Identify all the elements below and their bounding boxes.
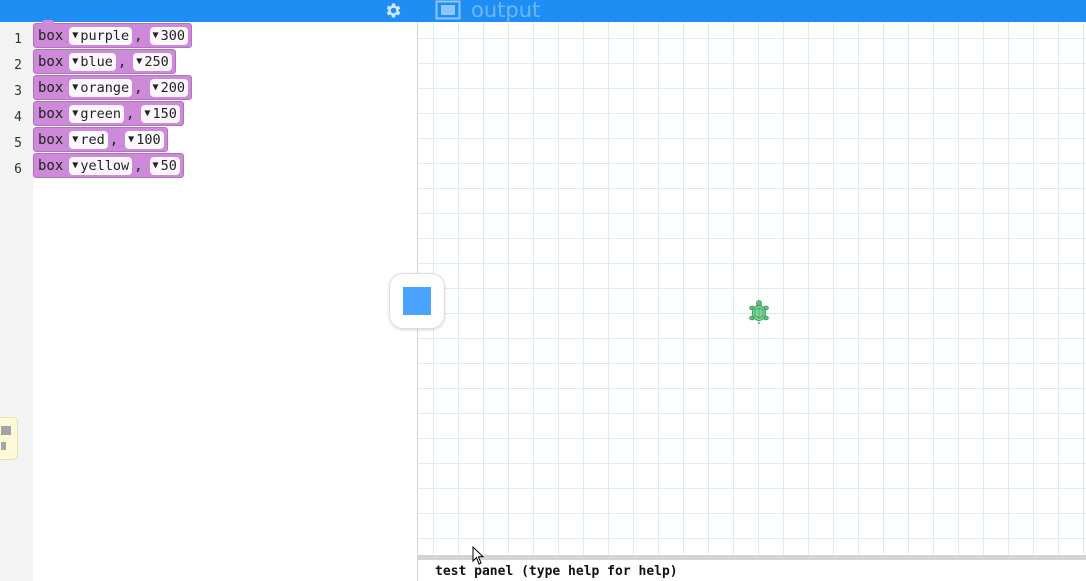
size-value: 300 — [160, 27, 185, 44]
color-dropdown[interactable]: ▼ yellow — [69, 156, 133, 175]
turtle-icon — [749, 300, 769, 324]
color-dropdown[interactable]: ▼ red — [69, 130, 108, 149]
palette-tab-icon — [1, 426, 11, 435]
size-dropdown[interactable]: ▼ 250 — [133, 52, 172, 71]
dropdown-arrow-icon: ▼ — [128, 134, 135, 145]
arg-separator: , — [134, 79, 143, 96]
blocks-text-toggle-icon — [403, 287, 431, 315]
block-keyword: box — [38, 131, 64, 148]
code-block-box[interactable]: box ▼ green , ▼ 150 — [33, 101, 184, 126]
code-block-box[interactable]: box ▼ orange , ▼ 200 — [33, 75, 192, 100]
color-dropdown[interactable]: ▼ green — [69, 104, 124, 123]
palette-tab-icon-part — [1, 442, 6, 450]
block-keyword: box — [38, 79, 64, 96]
block-keyword: box — [38, 105, 64, 122]
block-notch — [42, 20, 54, 25]
test-panel[interactable]: test panel (type help for help) — [418, 555, 1086, 581]
line-number-gutter: 1 2 3 4 5 6 — [0, 22, 33, 581]
dropdown-arrow-icon: ▼ — [72, 134, 79, 145]
dropdown-arrow-icon: ▼ — [72, 30, 79, 41]
dropdown-arrow-icon: ▼ — [152, 30, 159, 41]
size-dropdown[interactable]: ▼ 200 — [149, 78, 188, 97]
color-value: yellow — [80, 157, 130, 174]
size-value: 250 — [144, 53, 169, 70]
dropdown-arrow-icon: ▼ — [152, 160, 159, 171]
line-number: 3 — [14, 84, 22, 99]
gear-icon[interactable] — [384, 1, 403, 20]
top-bar: output — [0, 0, 1086, 22]
color-value: green — [80, 105, 121, 122]
size-value: 50 — [160, 157, 177, 174]
color-value: red — [80, 131, 105, 148]
size-value: 100 — [136, 131, 161, 148]
color-value: blue — [80, 53, 113, 70]
code-block-box[interactable]: box ▼ yellow , ▼ 50 — [33, 153, 184, 178]
block-keyword: box — [38, 27, 64, 44]
code-block-box[interactable]: box ▼ red , ▼ 100 — [33, 127, 168, 152]
dropdown-arrow-icon: ▼ — [72, 82, 79, 93]
arg-separator: , — [117, 53, 127, 70]
size-value: 150 — [152, 105, 177, 122]
size-dropdown[interactable]: ▼ 100 — [125, 130, 164, 149]
output-panel-icon[interactable] — [435, 0, 461, 20]
output-title: output — [471, 0, 541, 22]
size-dropdown[interactable]: ▼ 300 — [149, 26, 188, 45]
size-dropdown[interactable]: ▼ 150 — [141, 104, 180, 123]
dropdown-arrow-icon: ▼ — [72, 160, 79, 171]
line-number: 4 — [14, 110, 22, 125]
dropdown-arrow-icon: ▼ — [152, 82, 159, 93]
dropdown-arrow-icon: ▼ — [72, 108, 79, 119]
size-dropdown[interactable]: ▼ 50 — [149, 156, 180, 175]
app-window: output 1 2 3 4 5 6 box ▼ purple , ▼ 300 bo… — [0, 0, 1086, 581]
code-block-box[interactable]: box ▼ purple , ▼ 300 — [33, 20, 192, 48]
block-keyword: box — [38, 53, 64, 70]
arg-separator: , — [125, 105, 135, 122]
mouse-cursor-icon — [472, 546, 485, 565]
line-number: 6 — [14, 162, 22, 177]
dropdown-arrow-icon: ▼ — [136, 56, 143, 67]
arg-separator: , — [134, 27, 143, 44]
color-dropdown[interactable]: ▼ orange — [69, 78, 133, 97]
output-canvas[interactable] — [418, 22, 1086, 555]
code-block-box[interactable]: box ▼ blue , ▼ 250 — [33, 49, 176, 74]
dropdown-arrow-icon: ▼ — [72, 56, 79, 67]
arg-separator: , — [109, 131, 119, 148]
code-editor[interactable]: 1 2 3 4 5 6 box ▼ purple , ▼ 300 box ▼ blue… — [0, 20, 418, 581]
color-value: orange — [80, 79, 130, 96]
color-dropdown[interactable]: ▼ purple — [69, 26, 133, 45]
block-keyword: box — [38, 157, 64, 174]
line-number: 5 — [14, 136, 22, 151]
size-value: 200 — [160, 79, 185, 96]
dropdown-arrow-icon: ▼ — [144, 108, 151, 119]
color-dropdown[interactable]: ▼ blue — [69, 52, 116, 71]
line-number: 1 — [14, 32, 22, 47]
arg-separator: , — [134, 157, 143, 174]
side-palette-tab[interactable] — [0, 417, 18, 460]
line-number: 2 — [14, 58, 22, 73]
blocks-text-toggle-button[interactable] — [389, 273, 445, 329]
color-value: purple — [80, 27, 130, 44]
